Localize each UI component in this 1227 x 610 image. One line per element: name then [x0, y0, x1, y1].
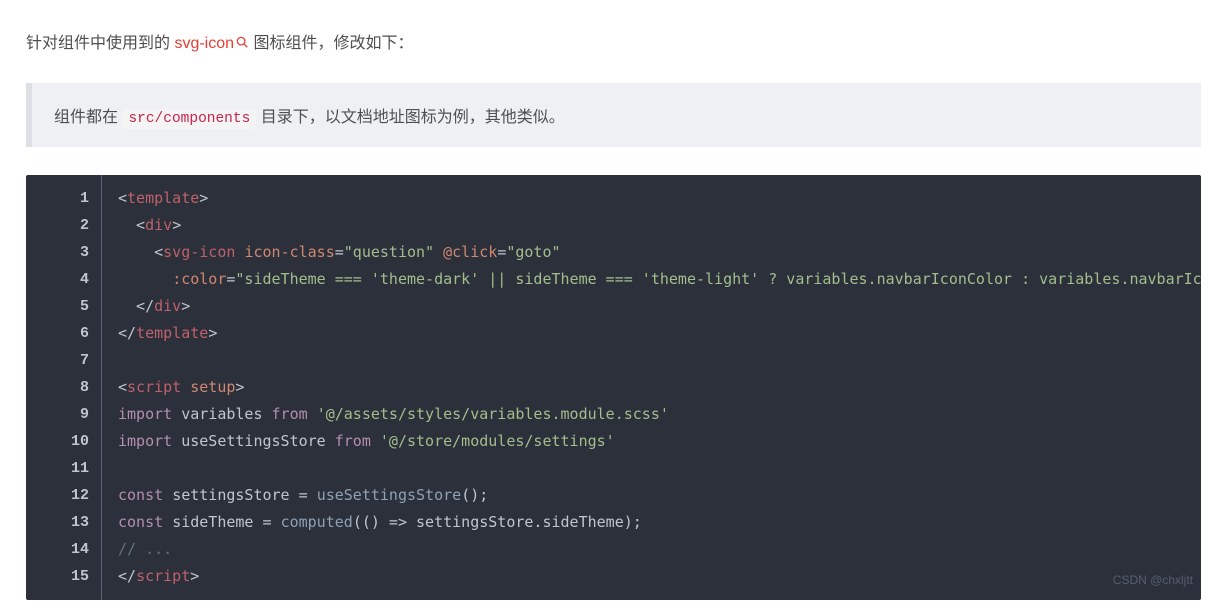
- code-scroll-region[interactable]: <template> <div> <svg-icon icon-class="q…: [102, 175, 1201, 600]
- intro-text-before: 针对组件中使用到的: [26, 35, 174, 52]
- line-number: 9: [26, 401, 89, 428]
- code-line: const sideTheme = computed(() => setting…: [118, 509, 1185, 536]
- note-block: 组件都在 src/components 目录下，以文档地址图标为例，其他类似。: [26, 83, 1201, 147]
- line-number: 14: [26, 536, 89, 563]
- note-inline-code: src/components: [122, 109, 256, 129]
- code-line: // ...: [118, 536, 1185, 563]
- line-number: 15: [26, 563, 89, 590]
- note-after: 目录下，以文档地址图标为例，其他类似。: [256, 109, 564, 126]
- line-number: 2: [26, 212, 89, 239]
- code-body: <template> <div> <svg-icon icon-class="q…: [118, 185, 1185, 590]
- code-line: <script setup>: [118, 374, 1185, 401]
- code-line: [118, 347, 1185, 374]
- code-line: <template>: [118, 185, 1185, 212]
- line-number: 6: [26, 320, 89, 347]
- line-number: 5: [26, 293, 89, 320]
- code-block: 123456789101112131415 <template> <div> <…: [26, 175, 1201, 600]
- note-before: 组件都在: [54, 109, 122, 126]
- line-number: 10: [26, 428, 89, 455]
- code-line: import variables from '@/assets/styles/v…: [118, 401, 1185, 428]
- line-number: 1: [26, 185, 89, 212]
- line-number: 13: [26, 509, 89, 536]
- line-number: 11: [26, 455, 89, 482]
- code-line: <div>: [118, 212, 1185, 239]
- line-number: 7: [26, 347, 89, 374]
- line-number: 4: [26, 266, 89, 293]
- line-number: 3: [26, 239, 89, 266]
- code-line: :color="sideTheme === 'theme-dark' || si…: [118, 266, 1185, 293]
- intro-paragraph: 针对组件中使用到的 svg-icon 图标组件，修改如下：: [26, 30, 1201, 59]
- watermark: CSDN @chxljtt: [1113, 567, 1193, 594]
- line-number: 12: [26, 482, 89, 509]
- code-line: [118, 455, 1185, 482]
- search-icon: [235, 35, 249, 49]
- intro-text-after: 图标组件，修改如下：: [249, 35, 413, 52]
- code-line: import useSettingsStore from '@/store/mo…: [118, 428, 1185, 455]
- code-line: </template>: [118, 320, 1185, 347]
- code-gutter: 123456789101112131415: [26, 175, 102, 600]
- code-line: </script>: [118, 563, 1185, 590]
- code-line: </div>: [118, 293, 1185, 320]
- svg-icon-link[interactable]: svg-icon: [174, 35, 249, 52]
- line-number: 8: [26, 374, 89, 401]
- code-line: <svg-icon icon-class="question" @click="…: [118, 239, 1185, 266]
- code-line: const settingsStore = useSettingsStore()…: [118, 482, 1185, 509]
